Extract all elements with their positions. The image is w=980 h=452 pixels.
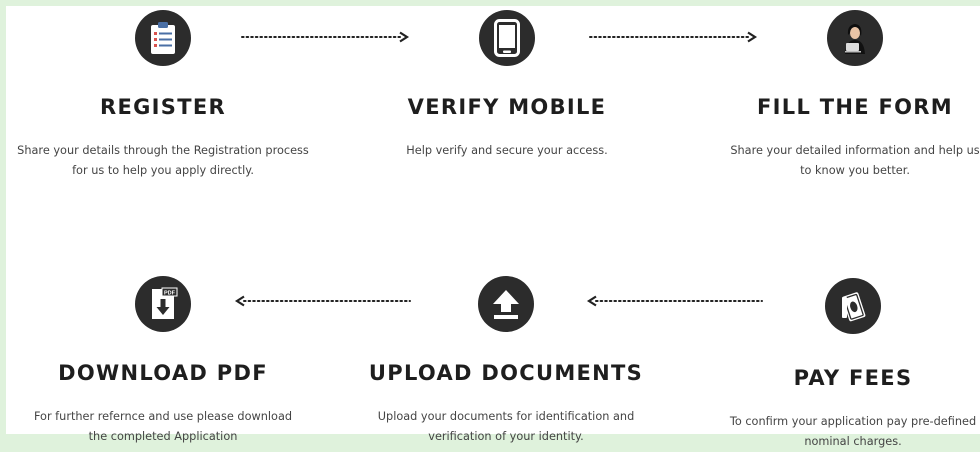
desc-line: for us to help you apply directly. bbox=[72, 164, 254, 177]
step-description: Share your detailed information and help… bbox=[690, 141, 980, 181]
step-title: PAY FEES bbox=[793, 366, 913, 390]
step-title: FILL THE FORM bbox=[757, 95, 953, 119]
desc-line: Share your details through the Registrat… bbox=[17, 144, 309, 157]
step-description: For further refernce and use please down… bbox=[0, 407, 328, 447]
step-title: UPLOAD DOCUMENTS bbox=[368, 361, 644, 385]
step-description: Upload your documents for identification… bbox=[341, 407, 671, 447]
pdf-badge-text: PDF bbox=[164, 291, 176, 297]
step-description: To confirm your application pay pre-defi… bbox=[688, 412, 980, 452]
upload-icon bbox=[478, 276, 534, 332]
desc-line: Upload your documents for identification… bbox=[377, 410, 635, 423]
step-title: DOWNLOAD PDF bbox=[58, 361, 268, 385]
arrow-right-icon bbox=[241, 31, 410, 43]
desc-line: To confirm your application pay pre-defi… bbox=[729, 415, 977, 428]
arrow-right-icon bbox=[589, 31, 758, 43]
smartphone-icon bbox=[479, 10, 535, 66]
desc-line: the completed Application bbox=[88, 430, 238, 443]
desc-line: For further refernce and use please down… bbox=[33, 410, 293, 423]
pdf-download-icon: PDF bbox=[135, 276, 191, 332]
desc-line: nominal charges. bbox=[804, 435, 902, 448]
clipboard-icon bbox=[135, 10, 191, 66]
desc-line: to know you better. bbox=[800, 164, 910, 177]
steps-panel: REGISTER Share your details through the … bbox=[6, 6, 980, 448]
arrow-left-icon bbox=[586, 295, 763, 307]
person-laptop-icon bbox=[827, 10, 883, 66]
desc-line: verification of your identity. bbox=[428, 430, 584, 443]
desc-line: Share your detailed information and help… bbox=[730, 144, 980, 157]
step-description: Help verify and secure your access. bbox=[342, 141, 672, 161]
step-title: VERIFY MOBILE bbox=[407, 95, 607, 119]
step-description: Share your details through the Registrat… bbox=[0, 141, 328, 181]
step-title: REGISTER bbox=[100, 95, 226, 119]
money-icon bbox=[825, 278, 881, 334]
desc-line: Help verify and secure your access. bbox=[406, 144, 608, 157]
arrow-left-icon bbox=[234, 295, 411, 307]
